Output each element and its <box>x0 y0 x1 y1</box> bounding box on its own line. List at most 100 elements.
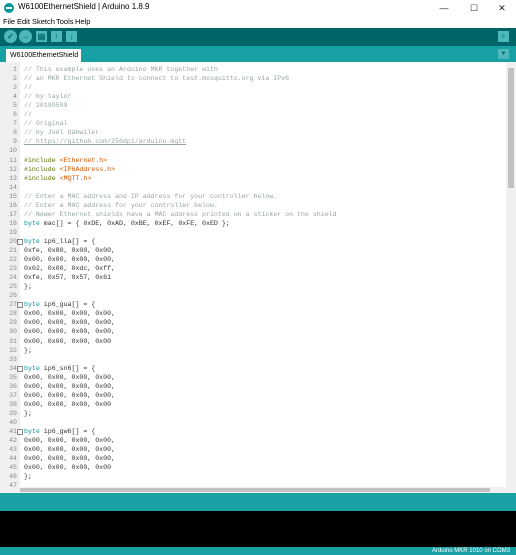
fold-toggle-icon[interactable] <box>17 429 23 435</box>
line-number: 24 <box>9 274 17 282</box>
code-text: 0xfe, 0x57, 0x57, 0x61 <box>24 274 112 282</box>
title-bar: W6100EthernetShield | Arduino 1.8.9 — ☐ … <box>0 0 516 16</box>
code-fragment: ip6_gua[] = { <box>39 301 96 309</box>
maximize-button[interactable]: ☐ <box>460 0 488 16</box>
type-keyword: byte <box>24 301 40 309</box>
code-line: 16 // Enter a MAC address for your contro… <box>0 201 506 210</box>
code-line: 9 // https://github.com/256dpi/arduino-mq… <box>0 137 506 146</box>
code-text: 0x00, 0x00, 0x00, 0x00 <box>24 400 112 408</box>
code-editor[interactable]: 1 // This example uses an Arduino MKR tog… <box>0 62 516 493</box>
serial-monitor-button[interactable]: ⌕ <box>498 31 509 42</box>
code-line: 15 // Enter a MAC address and IP address … <box>0 192 506 201</box>
code-text: 0x00, 0x00, 0x00, 0x00, <box>24 310 116 318</box>
line-number: 7 <box>13 120 17 128</box>
line-number: 18 <box>9 219 17 227</box>
new-sketch-button[interactable]: ▤ <box>36 31 47 42</box>
line-number: 9 <box>13 138 17 146</box>
minimize-button[interactable]: — <box>430 0 458 16</box>
code-line: 39}; <box>0 409 506 418</box>
code-fragment: mac[] = { 0xDE, 0xAD, 0xBE, 0xEF, 0xFE, … <box>39 219 230 227</box>
menu-tools[interactable]: Tools <box>56 17 74 26</box>
code-line: 42 0x00, 0x00, 0x00, 0x00, <box>0 436 506 445</box>
code-line: 17 // Newer Ethernet shields have a MAC a… <box>0 210 506 219</box>
code-text: 0x00, 0x00, 0x00, 0x00, <box>24 382 116 390</box>
code-text: // Enter a MAC address and IP address fo… <box>24 192 278 200</box>
type-keyword: byte <box>24 428 40 435</box>
code-text: 0x00, 0x00, 0x00, 0x00 <box>24 337 112 345</box>
code-line: 23 0x02, 0x00, 0xdc, 0xff, <box>0 264 506 273</box>
board-port-status: Arduino MKR 1010 on COM3 <box>431 548 510 554</box>
menu-bar: File Edit Sketch Tools Help <box>0 16 516 28</box>
line-number: 33 <box>9 355 17 363</box>
code-line: 29 0x00, 0x00, 0x00, 0x00, <box>0 318 506 327</box>
code-text: byte ip6_sn6[] = { <box>24 364 95 373</box>
code-text: byte ip6_gua[] = { <box>24 300 95 309</box>
line-number: 38 <box>9 400 17 408</box>
code-line: 35 0x00, 0x00, 0x00, 0x00, <box>0 373 506 382</box>
tab-w6100ethernetshield[interactable]: W6100EthernetShield <box>6 49 81 62</box>
line-number: 36 <box>9 382 17 390</box>
code-text: }; <box>24 473 32 481</box>
code-text: byte ip6_lla[] = { <box>24 237 95 246</box>
tab-menu-dropdown-icon[interactable]: ▼ <box>498 49 509 59</box>
upload-button[interactable]: → <box>19 30 32 43</box>
code-text: 0x00, 0x00, 0x00, 0x00, <box>24 391 116 399</box>
code-text: }; <box>24 346 32 354</box>
menu-edit[interactable]: Edit <box>17 17 30 26</box>
code-fragment: ip6_gw6[] = { <box>39 428 96 435</box>
line-number: 13 <box>9 174 17 182</box>
line-number: 22 <box>9 256 17 264</box>
code-text: // This example uses an Arduino MKR toge… <box>24 66 218 73</box>
code-line: 30 0x00, 0x00, 0x00, 0x00, <box>0 327 506 336</box>
line-number: 5 <box>13 102 17 110</box>
code-line: 14 <box>0 183 506 192</box>
line-number: 3 <box>13 84 17 92</box>
code-text: #include <MQTT.h> <box>24 174 91 183</box>
line-number: 28 <box>9 310 17 318</box>
line-number: 17 <box>9 210 17 218</box>
fold-toggle-icon[interactable] <box>17 302 23 309</box>
code-text: 0x00, 0x00, 0x00, 0x00, <box>24 446 116 454</box>
code-line: 10 <box>0 146 506 155</box>
code-line: 7 // Original <box>0 119 506 128</box>
code-text: 0x00, 0x00, 0x00, 0x00, <box>24 256 116 264</box>
menu-help[interactable]: Help <box>75 17 90 26</box>
code-line: 40 <box>0 418 506 427</box>
line-number: 43 <box>9 446 17 454</box>
vertical-scrollbar-thumb[interactable] <box>508 68 514 188</box>
code-line: 11 #include <Ethernet.h> <box>0 156 506 165</box>
code-text: 0x00, 0x00, 0x00, 0x00, <box>24 437 116 445</box>
code-text: // Enter a MAC address for your controll… <box>24 201 218 209</box>
code-line: 36 0x00, 0x00, 0x00, 0x00, <box>0 382 506 391</box>
line-number: 4 <box>13 93 17 101</box>
code-text: // 20190509 <box>24 102 68 110</box>
code-line: 26 <box>0 291 506 300</box>
code-line: 45 0x00, 0x00, 0x00, 0x00 <box>0 463 506 472</box>
arduino-logo-icon <box>4 3 14 13</box>
menu-file[interactable]: File <box>3 17 15 26</box>
code-line: 37 0x00, 0x00, 0x00, 0x00, <box>0 391 506 400</box>
menu-sketch[interactable]: Sketch <box>32 17 55 26</box>
include-header: <Ethernet.h> <box>59 156 108 164</box>
line-number: 12 <box>9 165 17 173</box>
code-fragment: ip6_sn6[] = { <box>39 364 96 372</box>
verify-button[interactable]: ✓ <box>4 30 17 43</box>
code-line: 8 // by Joël Gähwiler <box>0 128 506 137</box>
code-line: 32}; <box>0 346 506 355</box>
fold-toggle-icon[interactable] <box>17 365 23 372</box>
horizontal-scrollbar-thumb[interactable] <box>20 488 490 492</box>
line-number: 42 <box>9 437 17 445</box>
code-link[interactable]: // https://github.com/256dpi/arduino-mqt… <box>24 137 186 146</box>
save-sketch-button[interactable]: ↓ <box>66 31 77 42</box>
line-number: 35 <box>9 373 17 381</box>
line-number: 25 <box>9 283 17 291</box>
code-text: #include <IP6Address.h> <box>24 165 115 174</box>
close-button[interactable]: ✕ <box>488 0 516 16</box>
fold-toggle-icon[interactable] <box>17 238 23 245</box>
line-number: 30 <box>9 328 17 336</box>
vertical-scrollbar[interactable] <box>506 62 516 493</box>
code-text: 0x00, 0x00, 0x00, 0x00 <box>24 464 112 472</box>
open-sketch-button[interactable]: ↑ <box>51 31 62 42</box>
code-text: 0x00, 0x00, 0x00, 0x00, <box>24 319 116 327</box>
code-line: 34 byte ip6_sn6[] = { <box>0 364 506 373</box>
